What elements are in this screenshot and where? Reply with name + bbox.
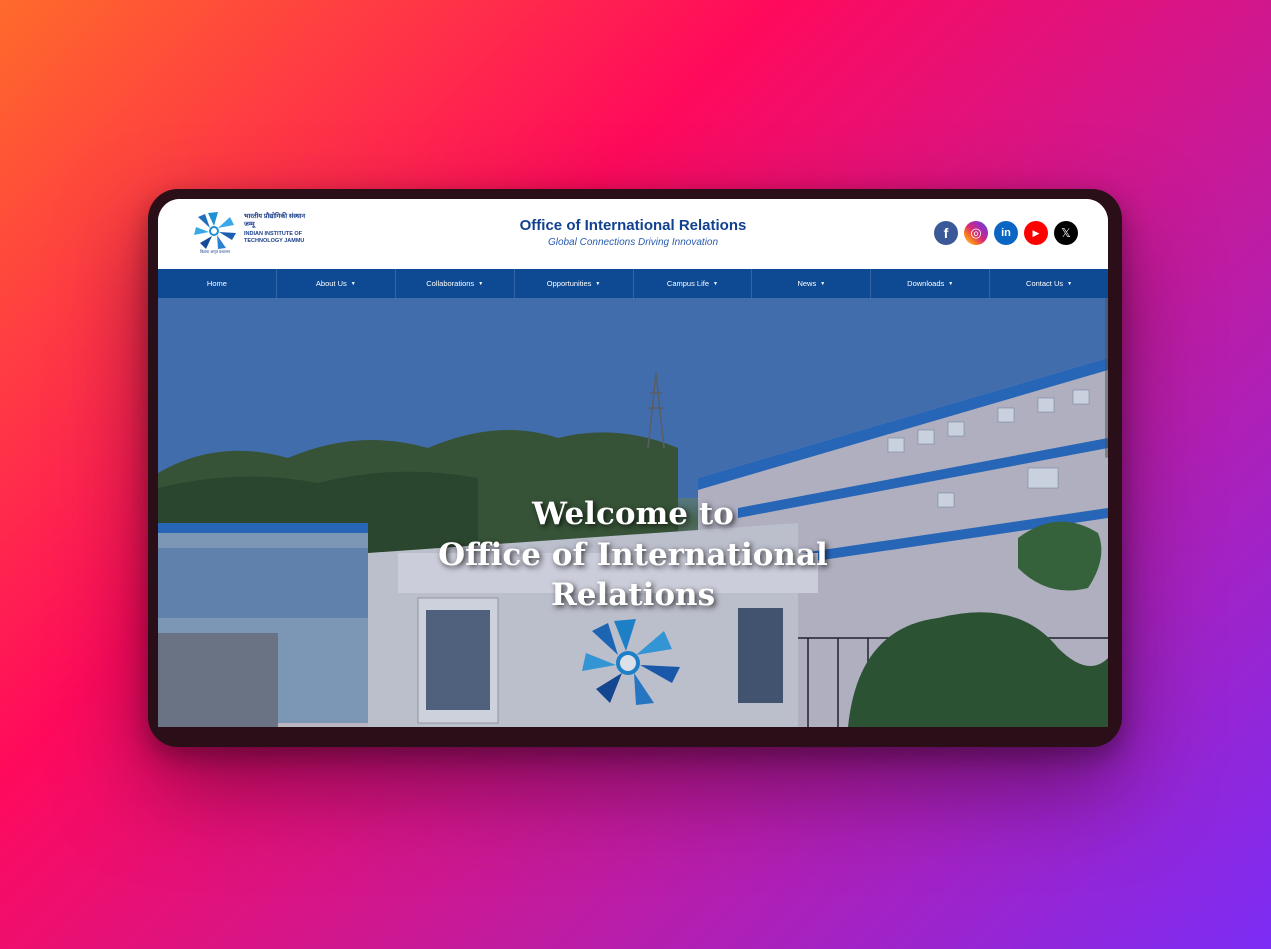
- nav-item-campus-life[interactable]: Campus Life ▼: [634, 269, 753, 298]
- title-block: Office of International Relations Global…: [433, 217, 833, 248]
- device-frame: भारतीय प्रौद्योगिकी संस्थान जम्मू INDIAN…: [148, 189, 1122, 747]
- hero-line-2: Office of International: [438, 537, 828, 573]
- nav-label: Contact Us: [1026, 279, 1064, 288]
- caret-down-icon: ▼: [1067, 280, 1073, 287]
- instagram-icon[interactable]: ◎: [964, 221, 988, 245]
- linkedin-icon[interactable]: in: [994, 221, 1018, 245]
- facebook-icon[interactable]: f: [934, 221, 958, 245]
- nav-label: Campus Life: [666, 279, 710, 288]
- caret-down-icon: ▼: [350, 280, 356, 287]
- iit-jammu-logo[interactable]: भारतीय प्रौद्योगिकी संस्थान जम्मू INDIAN…: [194, 211, 305, 257]
- hero-heading: Welcome to Office of International Relat…: [158, 493, 1108, 615]
- site-header: भारतीय प्रौद्योगिकी संस्थान जम्मू INDIAN…: [158, 199, 1108, 269]
- logo-english-name: INDIAN INSTITUTE OF TECHNOLOGY JAMMU: [244, 231, 305, 244]
- nav-item-news[interactable]: News ▼: [752, 269, 872, 298]
- browser-screen: भारतीय प्रौद्योगिकी संस्थान जम्मू INDIAN…: [158, 199, 1108, 727]
- nav-label: Downloads: [907, 279, 945, 288]
- hero-line-1: Welcome to: [532, 496, 734, 532]
- nav-item-downloads[interactable]: Downloads ▼: [871, 269, 991, 298]
- logo-motto: विद्यया अमृतं प्रशासन: [200, 249, 231, 254]
- x-icon[interactable]: 𝕏: [1054, 221, 1078, 245]
- nav-label: About Us: [315, 279, 347, 288]
- caret-down-icon: ▼: [595, 280, 601, 287]
- nav-item-about-us[interactable]: About Us ▼: [277, 269, 396, 298]
- caret-down-icon: ▼: [820, 280, 826, 287]
- facebook-glyph: f: [943, 225, 949, 241]
- caret-down-icon: ▼: [478, 280, 484, 287]
- social-links: f ◎ in ▶ 𝕏: [934, 221, 1078, 245]
- nav-label: Home: [206, 279, 227, 288]
- caret-down-icon: ▼: [948, 280, 954, 287]
- nav-item-home[interactable]: Home: [158, 269, 277, 298]
- nav-item-opportunities[interactable]: Opportunities ▼: [515, 269, 634, 298]
- youtube-icon[interactable]: ▶: [1024, 221, 1048, 245]
- linkedin-glyph: in: [1001, 227, 1011, 239]
- nav-label: Opportunities: [546, 279, 592, 288]
- instagram-glyph: ◎: [970, 225, 982, 240]
- x-glyph: 𝕏: [1061, 226, 1071, 240]
- page-scrollbar[interactable]: [1105, 298, 1108, 458]
- logo-emblem-icon: [194, 212, 236, 249]
- nav-item-collaborations[interactable]: Collaborations ▼: [396, 269, 515, 298]
- main-nav: Home About Us ▼ Collaborations ▼ Opportu…: [158, 269, 1108, 298]
- site-title: Office of International Relations: [519, 217, 747, 234]
- hero-line-3: Relations: [550, 577, 716, 613]
- youtube-glyph: ▶: [1032, 227, 1040, 238]
- nav-label: News: [797, 279, 817, 288]
- nav-item-contact-us[interactable]: Contact Us ▼: [990, 269, 1108, 298]
- site-tagline: Global Connections Driving Innovation: [547, 237, 719, 248]
- hero-banner: Welcome to Office of International Relat…: [158, 298, 1108, 727]
- caret-down-icon: ▼: [713, 280, 718, 287]
- nav-label: Collaborations: [426, 279, 475, 288]
- logo-hindi-name: भारतीय प्रौद्योगिकी संस्थान जम्मू: [244, 213, 306, 228]
